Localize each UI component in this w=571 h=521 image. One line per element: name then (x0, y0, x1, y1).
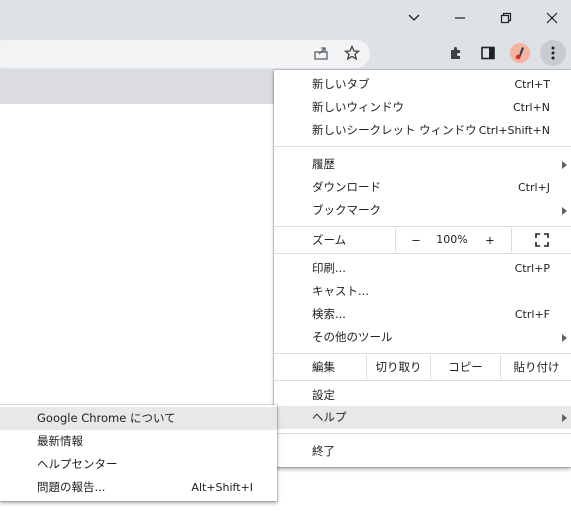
title-bar (0, 0, 571, 36)
menu-separator (274, 253, 571, 254)
star-icon[interactable] (340, 41, 364, 65)
zoom-level: 100% (436, 233, 468, 246)
submenu-item-report-issue[interactable]: 問題の報告... Alt+Shift+I (0, 476, 277, 499)
menu-item-bookmarks[interactable]: ブックマーク (274, 199, 571, 222)
zoom-label: ズーム (312, 233, 347, 247)
menu-item-label: ダウンロード (312, 180, 381, 194)
menu-separator (274, 353, 571, 354)
menu-item-print[interactable]: 印刷... Ctrl+P (274, 257, 571, 280)
submenu-arrow-icon (562, 161, 567, 169)
menu-item-label: その他のツール (312, 330, 393, 344)
menu-item-label: 終了 (312, 444, 335, 458)
menu-item-label: ブックマーク (312, 203, 381, 217)
menu-item-label: キャスト... (312, 284, 369, 298)
close-icon[interactable] (529, 0, 571, 36)
toolbar (0, 36, 571, 70)
menu-separator (274, 226, 571, 227)
submenu-item-label: Google Chrome について (37, 411, 176, 425)
menu-item-more-tools[interactable]: その他のツール (274, 326, 571, 349)
menu-separator (274, 146, 571, 147)
edit-row: 編集 切り取り コピー 貼り付け (274, 355, 571, 379)
menu-item-shortcut: Ctrl+J (517, 181, 550, 194)
zoom-in-button[interactable]: + (474, 228, 506, 252)
submenu-item-label: ヘルプセンター (37, 457, 118, 471)
menu-item-new-incognito[interactable]: 新しいシークレット ウィンドウ Ctrl+Shift+N (274, 119, 571, 142)
chevron-down-icon[interactable] (391, 0, 437, 36)
menu-item-downloads[interactable]: ダウンロード Ctrl+J (274, 176, 571, 199)
menu-item-shortcut: Ctrl+T (514, 78, 550, 91)
menu-item-label: ヘルプ (312, 410, 347, 424)
submenu-item-help-center[interactable]: ヘルプセンター (0, 453, 277, 476)
menu-item-label: 新しいウィンドウ (312, 100, 404, 114)
cut-button[interactable]: 切り取り (366, 355, 430, 379)
menu-item-shortcut: Ctrl+P (514, 262, 550, 275)
submenu-item-shortcut: Alt+Shift+I (191, 481, 253, 494)
side-panel-icon[interactable] (476, 41, 500, 65)
minimize-icon[interactable] (437, 0, 483, 36)
menu-item-label: 履歴 (312, 157, 335, 171)
menu-item-new-tab[interactable]: 新しいタブ Ctrl+T (274, 73, 571, 96)
menu-item-history[interactable]: 履歴 (274, 153, 571, 176)
restore-icon[interactable] (483, 0, 529, 36)
kebab-menu-icon[interactable] (540, 40, 566, 66)
menu-item-help[interactable]: ヘルプ (274, 406, 571, 429)
submenu-item-label: 問題の報告... (37, 480, 106, 494)
zoom-row: ズーム − 100% + (274, 228, 571, 252)
paste-button[interactable]: 貼り付け (500, 355, 571, 379)
help-submenu: Google Chrome について 最新情報 ヘルプセンター 問題の報告...… (0, 405, 277, 501)
submenu-item-about[interactable]: Google Chrome について (0, 407, 277, 430)
menu-item-label: 検索... (312, 307, 346, 321)
copy-button[interactable]: コピー (430, 355, 500, 379)
menu-item-new-window[interactable]: 新しいウィンドウ Ctrl+N (274, 96, 571, 119)
menu-item-shortcut: Ctrl+N (512, 101, 550, 114)
edit-label: 編集 (312, 360, 335, 374)
menu-item-settings[interactable]: 設定 (274, 384, 571, 407)
menu-item-label: 印刷... (312, 261, 346, 275)
zoom-out-button[interactable]: − (395, 228, 436, 252)
menu-item-cast[interactable]: キャスト... (274, 280, 571, 303)
menu-separator (274, 433, 571, 434)
menu-item-shortcut: Ctrl+F (514, 308, 550, 321)
menu-item-shortcut: Ctrl+Shift+N (478, 124, 550, 137)
fullscreen-icon[interactable] (511, 228, 571, 252)
submenu-arrow-icon (562, 334, 567, 342)
share-icon[interactable] (309, 41, 333, 65)
submenu-item-whats-new[interactable]: 最新情報 (0, 430, 277, 453)
chrome-main-menu: 新しいタブ Ctrl+T 新しいウィンドウ Ctrl+N 新しいシークレット ウ… (274, 70, 571, 467)
menu-item-label: 新しいタブ (312, 77, 370, 91)
submenu-item-label: 最新情報 (37, 434, 83, 448)
extensions-icon[interactable] (444, 41, 468, 65)
menu-item-find[interactable]: 検索... Ctrl+F (274, 303, 571, 326)
submenu-arrow-icon (562, 414, 567, 422)
menu-item-exit[interactable]: 終了 (274, 440, 571, 463)
menu-item-label: 設定 (312, 388, 335, 402)
submenu-arrow-icon (562, 207, 567, 215)
menu-separator (274, 380, 571, 381)
menu-item-label: 新しいシークレット ウィンドウ (312, 123, 477, 137)
profile-avatar-icon[interactable] (508, 41, 532, 65)
